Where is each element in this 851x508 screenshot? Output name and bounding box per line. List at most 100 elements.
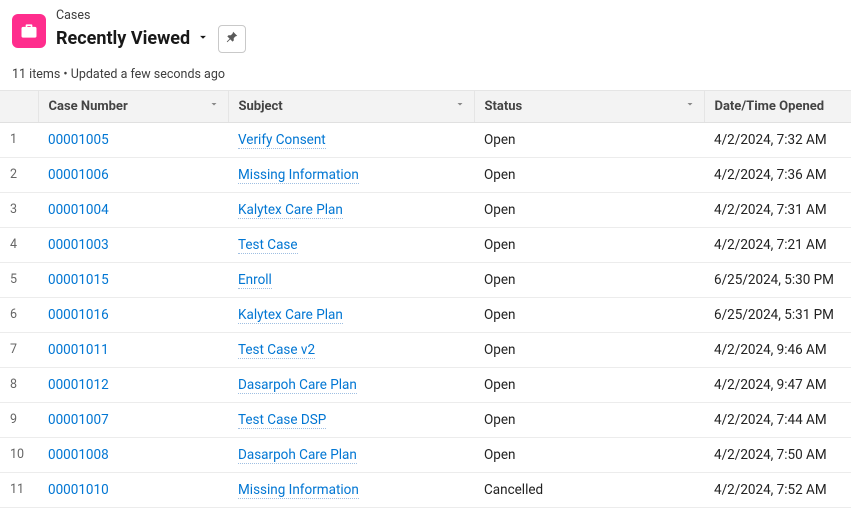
row-number: 9 xyxy=(0,402,38,437)
cell-case-number: 00001012 xyxy=(38,367,228,402)
row-number: 8 xyxy=(0,367,38,402)
cell-subject: Test Case DSP xyxy=(228,402,474,437)
cell-status: Open xyxy=(474,367,704,402)
subject-link[interactable]: Enroll xyxy=(238,272,272,289)
case-number-link[interactable]: 00001016 xyxy=(48,307,109,323)
cell-status: Cancelled xyxy=(474,472,704,507)
subject-link[interactable]: Kalytex Care Plan xyxy=(238,202,343,219)
table-row: 600001016Kalytex Care PlanOpen6/25/2024,… xyxy=(0,297,851,332)
subject-link[interactable]: Test Case DSP xyxy=(238,412,326,429)
cell-case-number: 00001003 xyxy=(38,227,228,262)
cell-status: Open xyxy=(474,437,704,472)
subject-link[interactable]: Test Case v2 xyxy=(238,342,315,359)
subject-link[interactable]: Test Case xyxy=(238,237,298,254)
cell-date-opened: 4/2/2024, 7:50 AM xyxy=(704,437,851,472)
cell-subject: Missing Information xyxy=(228,472,474,507)
cell-date-opened: 4/2/2024, 7:31 AM xyxy=(704,192,851,227)
cell-subject: Kalytex Care Plan xyxy=(228,192,474,227)
cases-table-wrap: Case Number Subject Status Date/Time Ope… xyxy=(0,90,851,508)
cell-status: Open xyxy=(474,332,704,367)
cell-status: Open xyxy=(474,262,704,297)
table-row: 4 00001003 Test Case Open4/2/2024, 7:21 AM xyxy=(0,227,851,262)
cell-status: Open xyxy=(474,192,704,227)
row-number: 4 xyxy=(0,227,38,262)
case-number-link[interactable]: 00001012 xyxy=(48,377,109,393)
object-label: Cases xyxy=(56,10,246,23)
cell-subject: Missing Information xyxy=(228,157,474,192)
col-header-case-number[interactable]: Case Number xyxy=(38,91,228,123)
col-header-subject-label: Subject xyxy=(239,99,283,114)
subject-link[interactable]: Missing Information xyxy=(238,482,359,499)
cell-status: Open xyxy=(474,297,704,332)
pin-icon xyxy=(225,30,239,47)
cell-subject: Enroll xyxy=(228,262,474,297)
table-row: 200001006Missing InformationOpen4/2/2024… xyxy=(0,157,851,192)
cell-status: Open xyxy=(474,402,704,437)
title-stack: Cases Recently Viewed xyxy=(56,10,246,53)
cell-date-opened: 4/2/2024, 7:52 AM xyxy=(704,472,851,507)
case-number-link[interactable]: 00001010 xyxy=(48,482,109,498)
cell-subject: Test Case v2 xyxy=(228,332,474,367)
cell-subject: Kalytex Care Plan xyxy=(228,297,474,332)
row-number: 7 xyxy=(0,332,38,367)
cell-date-opened: 4/2/2024, 7:21 AM xyxy=(704,227,851,262)
table-row: 100001005Verify ConsentOpen4/2/2024, 7:3… xyxy=(0,122,851,157)
case-number-link[interactable]: 00001003 xyxy=(48,237,109,253)
row-number: 5 xyxy=(0,262,38,297)
cell-date-opened: 4/2/2024, 7:32 AM xyxy=(704,122,851,157)
table-row: 10 00001008 Dasarpoh Care Plan Open4/2/2024… xyxy=(0,437,851,472)
subject-link[interactable]: Verify Consent xyxy=(238,132,326,149)
listview-meta: 11 items • Updated a few seconds ago xyxy=(0,57,851,90)
case-number-link[interactable]: 00001006 xyxy=(48,167,109,183)
col-header-status[interactable]: Status xyxy=(474,91,704,123)
listview-row: Recently Viewed xyxy=(56,25,246,53)
case-object-icon xyxy=(12,14,46,48)
cell-subject: Verify Consent xyxy=(228,122,474,157)
cell-case-number: 00001004 xyxy=(38,192,228,227)
cell-case-number: 00001011 xyxy=(38,332,228,367)
chevron-down-icon xyxy=(196,28,210,49)
row-number: 10 xyxy=(0,437,38,472)
table-header-row: Case Number Subject Status Date/Time Ope… xyxy=(0,91,851,123)
cell-case-number: 00001008 xyxy=(38,437,228,472)
subject-link[interactable]: Missing Information xyxy=(238,167,359,184)
table-row: 5 00001015 Enroll Open6/25/2024, 5:30 PM xyxy=(0,262,851,297)
case-number-link[interactable]: 00001015 xyxy=(48,272,109,288)
cell-subject: Test Case xyxy=(228,227,474,262)
cell-status: Open xyxy=(474,157,704,192)
case-number-link[interactable]: 00001011 xyxy=(48,342,109,358)
pin-listview-button[interactable] xyxy=(218,25,246,53)
cell-date-opened: 4/2/2024, 7:44 AM xyxy=(704,402,851,437)
col-header-subject[interactable]: Subject xyxy=(228,91,474,123)
cases-table: Case Number Subject Status Date/Time Ope… xyxy=(0,91,851,508)
case-number-link[interactable]: 00001004 xyxy=(48,202,109,218)
col-header-status-label: Status xyxy=(485,99,523,114)
cell-date-opened: 6/25/2024, 5:30 PM xyxy=(704,262,851,297)
page-header: Cases Recently Viewed xyxy=(0,0,851,57)
row-number: 2 xyxy=(0,157,38,192)
cell-subject: Dasarpoh Care Plan xyxy=(228,367,474,402)
cell-case-number: 00001005 xyxy=(38,122,228,157)
col-header-date-opened[interactable]: Date/Time Opened xyxy=(704,91,851,123)
cell-status: Open xyxy=(474,227,704,262)
row-number: 11 xyxy=(0,472,38,507)
case-number-link[interactable]: 00001007 xyxy=(48,412,109,428)
table-row: 300001004Kalytex Care PlanOpen4/2/2024, … xyxy=(0,192,851,227)
listview-name-text: Recently Viewed xyxy=(56,28,190,49)
chevron-down-icon xyxy=(454,98,466,114)
chevron-down-icon xyxy=(684,98,696,114)
cell-case-number: 00001007 xyxy=(38,402,228,437)
case-number-link[interactable]: 00001005 xyxy=(48,132,109,148)
cell-date-opened: 6/25/2024, 5:31 PM xyxy=(704,297,851,332)
subject-link[interactable]: Dasarpoh Care Plan xyxy=(238,377,357,394)
cell-subject: Dasarpoh Care Plan xyxy=(228,437,474,472)
table-row: 11 00001010 Missing Information Cancelled4/… xyxy=(0,472,851,507)
subject-link[interactable]: Dasarpoh Care Plan xyxy=(238,447,357,464)
col-header-rownum xyxy=(0,91,38,123)
cell-date-opened: 4/2/2024, 9:47 AM xyxy=(704,367,851,402)
listview-picker[interactable]: Recently Viewed xyxy=(56,28,210,49)
col-header-case-number-label: Case Number xyxy=(49,99,128,114)
case-number-link[interactable]: 00001008 xyxy=(48,447,109,463)
table-row: 9 00001007 Test Case DSP Open4/2/2024, 7:44… xyxy=(0,402,851,437)
subject-link[interactable]: Kalytex Care Plan xyxy=(238,307,343,324)
